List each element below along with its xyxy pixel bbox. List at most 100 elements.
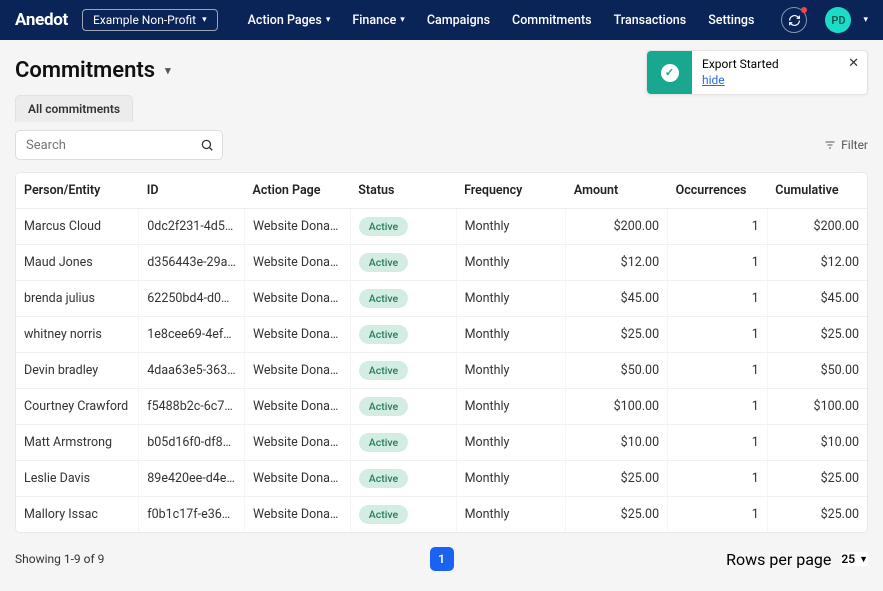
cell-action-page: Website Donation ...	[245, 389, 351, 425]
org-selector[interactable]: Example Non-Profit ▾	[82, 9, 218, 31]
tabs: All commitments	[15, 95, 868, 122]
page-title[interactable]: Commitments ▾	[15, 58, 171, 83]
org-selector-label: Example Non-Profit	[93, 13, 196, 27]
cell-id: 89e420ee-d4e6-...	[139, 461, 245, 497]
cell-occurrences: 1	[668, 281, 768, 317]
status-badge: Active	[359, 505, 408, 524]
commitments-table: Person/Entity ID Action Page Status Freq…	[15, 172, 868, 533]
cell-id: f0b1c17f-e36e-4...	[139, 497, 245, 533]
table-row[interactable]: Leslie Davis89e420ee-d4e6-...Website Don…	[16, 461, 867, 497]
cell-id: b05d16f0-df87-4...	[139, 425, 245, 461]
cell-cumulative: $10.00	[767, 425, 867, 461]
cell-frequency: Monthly	[456, 317, 566, 353]
cell-action-page: Website Donation ...	[245, 245, 351, 281]
table-row[interactable]: Marcus Cloud0dc2f231-4d5d-...Website Don…	[16, 209, 867, 245]
sync-button[interactable]	[781, 7, 807, 33]
cell-amount: $12.00	[566, 245, 668, 281]
cell-occurrences: 1	[668, 389, 768, 425]
nav-finance[interactable]: Finance ▾	[352, 13, 404, 28]
pager: 1	[430, 547, 454, 571]
user-menu-caret[interactable]: ▾	[863, 15, 868, 25]
toast-title: Export Started	[702, 57, 857, 73]
page-button-1[interactable]: 1	[430, 547, 454, 571]
cell-action-page: Website Donation ...	[245, 497, 351, 533]
cell-status: Active	[350, 209, 456, 245]
cell-status: Active	[350, 353, 456, 389]
nav-campaigns[interactable]: Campaigns	[427, 13, 490, 28]
table-row[interactable]: whitney norris1e8cee69-4ef1-4...Website …	[16, 317, 867, 353]
nav-action-pages[interactable]: Action Pages ▾	[248, 13, 331, 28]
cell-action-page: Website Donation ...	[245, 461, 351, 497]
toast-close-button[interactable]: ✕	[848, 56, 859, 71]
nav-settings[interactable]: Settings	[708, 13, 754, 28]
cell-id: f5488b2c-6c70-4...	[139, 389, 245, 425]
table-row[interactable]: Courtney Crawfordf5488b2c-6c70-4...Websi…	[16, 389, 867, 425]
rows-per-page-label: Rows per page	[726, 550, 831, 569]
table-row[interactable]: Devin bradley4daa63e5-363e-...Website Do…	[16, 353, 867, 389]
filter-button[interactable]: Filter	[824, 138, 868, 152]
nav-transactions[interactable]: Transactions	[614, 13, 687, 28]
cell-frequency: Monthly	[456, 425, 566, 461]
col-person[interactable]: Person/Entity	[16, 173, 139, 209]
cell-person: Leslie Davis	[16, 461, 139, 497]
chevron-down-icon: ▾	[326, 15, 331, 25]
nav-label: Action Pages	[248, 13, 322, 28]
export-toast: ✓ Export Started hide ✕	[646, 50, 868, 95]
cell-cumulative: $25.00	[767, 461, 867, 497]
cell-frequency: Monthly	[456, 353, 566, 389]
cell-person: Devin bradley	[16, 353, 139, 389]
col-status[interactable]: Status	[350, 173, 456, 209]
table-row[interactable]: Matt Armstrongb05d16f0-df87-4...Website …	[16, 425, 867, 461]
user-avatar[interactable]: PD	[825, 7, 851, 33]
cell-action-page: Website Donation ...	[245, 425, 351, 461]
cell-action-page: Website Donation ...	[245, 281, 351, 317]
search-input[interactable]	[15, 130, 223, 160]
table-row[interactable]: Mallory Issacf0b1c17f-e36e-4...Website D…	[16, 497, 867, 533]
toast-icon-box: ✓	[647, 51, 692, 94]
col-frequency[interactable]: Frequency	[456, 173, 566, 209]
brand-logo: Anedot	[15, 10, 68, 30]
toast-body: Export Started hide	[692, 51, 867, 94]
cell-amount: $200.00	[566, 209, 668, 245]
cell-occurrences: 1	[668, 317, 768, 353]
page-title-text: Commitments	[15, 58, 155, 83]
table-row[interactable]: Maud Jonesd356443e-29a3-...Website Donat…	[16, 245, 867, 281]
cell-person: brenda julius	[16, 281, 139, 317]
cell-amount: $25.00	[566, 317, 668, 353]
col-action-page[interactable]: Action Page	[245, 173, 351, 209]
search-icon[interactable]	[200, 137, 214, 156]
cell-occurrences: 1	[668, 209, 768, 245]
content: ✓ Export Started hide ✕ Commitments ▾ Al…	[0, 40, 883, 583]
nav-items: Action Pages ▾ Finance ▾ Campaigns Commi…	[248, 13, 755, 28]
cell-frequency: Monthly	[456, 389, 566, 425]
col-occurrences[interactable]: Occurrences	[668, 173, 768, 209]
toast-hide-link[interactable]: hide	[702, 73, 725, 87]
nav-commitments[interactable]: Commitments	[512, 13, 592, 28]
col-id[interactable]: ID	[139, 173, 245, 209]
cell-occurrences: 1	[668, 425, 768, 461]
cell-cumulative: $200.00	[767, 209, 867, 245]
col-cumulative[interactable]: Cumulative	[767, 173, 867, 209]
cell-cumulative: $50.00	[767, 353, 867, 389]
search-box	[15, 130, 223, 160]
cell-frequency: Monthly	[456, 209, 566, 245]
cell-occurrences: 1	[668, 353, 768, 389]
rows-per-page-value: 25	[841, 552, 855, 566]
cell-id: 0dc2f231-4d5d-...	[139, 209, 245, 245]
rows-per-page-select[interactable]: 25 ▼	[841, 552, 868, 566]
cell-action-page: Website Donation ...	[245, 209, 351, 245]
refresh-icon	[788, 14, 801, 27]
table-row[interactable]: brenda julius62250bd4-d060-...Website Do…	[16, 281, 867, 317]
cell-occurrences: 1	[668, 461, 768, 497]
rows-per-page: Rows per page 25 ▼	[726, 550, 868, 569]
cell-status: Active	[350, 245, 456, 281]
chevron-down-icon: ▾	[165, 64, 171, 77]
cell-amount: $10.00	[566, 425, 668, 461]
col-amount[interactable]: Amount	[566, 173, 668, 209]
cell-person: Mallory Issac	[16, 497, 139, 533]
cell-status: Active	[350, 389, 456, 425]
status-badge: Active	[359, 361, 408, 380]
tab-all-commitments[interactable]: All commitments	[15, 95, 133, 122]
cell-occurrences: 1	[668, 245, 768, 281]
cell-cumulative: $25.00	[767, 497, 867, 533]
